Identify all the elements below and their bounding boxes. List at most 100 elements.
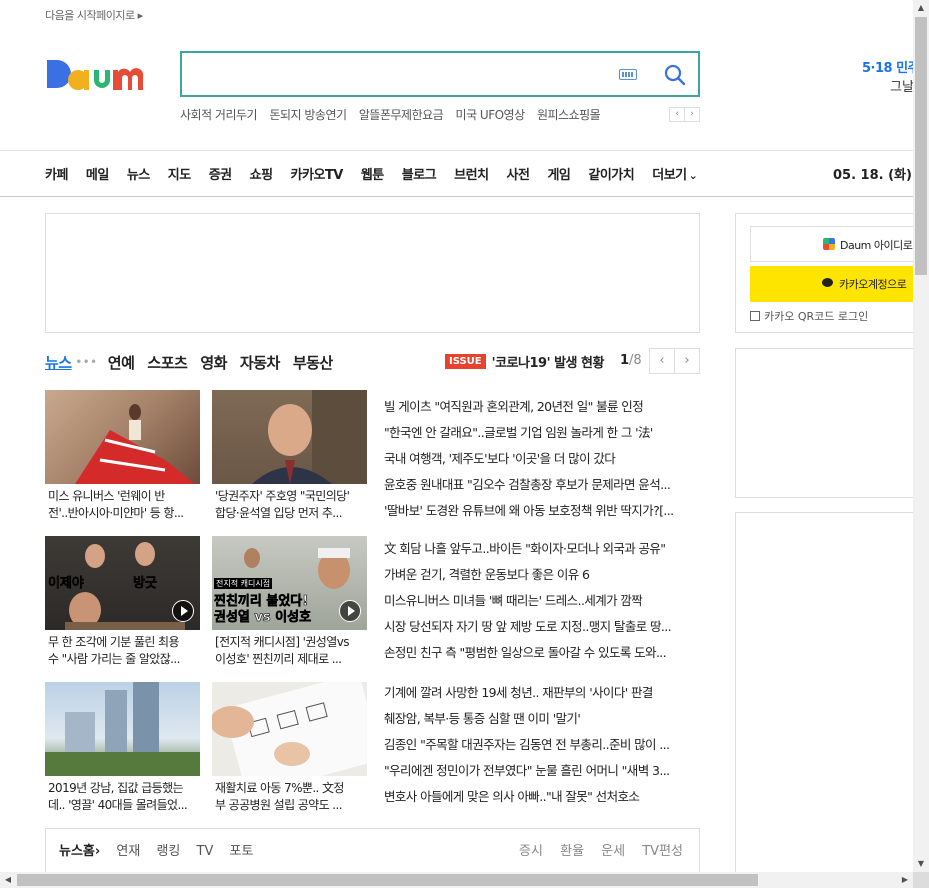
headline-link[interactable]: 가벼운 걷기, 격렬한 운동보다 좋은 이유 6 [384, 564, 700, 590]
prev-keyword-button[interactable]: ‹ [670, 108, 685, 121]
nav-stock[interactable]: 증권 [209, 164, 232, 183]
next-page-button[interactable]: › [675, 349, 699, 373]
news-sub-link[interactable]: 포토 [230, 844, 254, 859]
search-box[interactable] [180, 51, 700, 97]
headline-link[interactable]: 文 회담 나흘 앞두고..바이든 "화이자·모더나 외국과 공유" [384, 538, 700, 564]
news-sub-link[interactable]: 연재 [116, 844, 140, 859]
nav-more[interactable]: 더보기 [652, 164, 697, 183]
keyword-item[interactable]: 미국 UFO영상 [456, 108, 526, 122]
headline-link[interactable]: 기계에 깔려 사망한 19세 청년.. 재판부의 '사이다' 판결 [384, 682, 700, 708]
headline-link[interactable]: 국내 여행객, '제주도'보다 '이곳'을 더 많이 갔다 [384, 448, 700, 474]
next-keyword-button[interactable]: › [685, 108, 699, 121]
news-sub-link[interactable]: TV [197, 844, 214, 859]
thumbnail-caption[interactable]: '당권주자' 주호영 "국민의당' 합당·윤석열 입당 먼저 추... [215, 488, 370, 522]
play-icon[interactable] [339, 600, 361, 622]
headline-link[interactable]: 빌 게이츠 "여직원과 혼외관계, 20년전 일" 불륜 인정 [384, 396, 700, 422]
tab-news[interactable]: 뉴스 [45, 352, 72, 373]
headline-list: 빌 게이츠 "여직원과 혼외관계, 20년전 일" 불륜 인정 "한국엔 안 갈… [384, 396, 700, 526]
set-homepage-link[interactable]: 다음을 시작페이지로 ▸ [45, 7, 143, 23]
video-thumbnail[interactable]: 이제야 방긋 [45, 536, 200, 630]
headline-link[interactable]: 손정민 친구 측 "평범한 일상으로 돌아갈 수 있도록 도와... [384, 642, 700, 668]
tab-movie[interactable]: 영화 [200, 352, 227, 373]
thumbnail-caption[interactable]: 재활치료 아동 7%뿐.. 文정 부 공공병원 설립 공약도 ... [215, 780, 370, 814]
keyword-nav: ‹ › [669, 107, 700, 122]
news-thumbnail[interactable] [45, 390, 200, 484]
nav-map[interactable]: 지도 [168, 164, 191, 183]
news-thumbnail[interactable] [212, 682, 367, 776]
horizontal-scrollbar[interactable]: ◀ ▶ [0, 872, 913, 888]
nav-webtoon[interactable]: 웹툰 [361, 164, 384, 183]
keyword-item[interactable]: 돈되지 방송연기 [269, 108, 347, 122]
video-overlay-text: 방긋 [133, 576, 157, 592]
headline-list: 기계에 깔려 사망한 19세 청년.. 재판부의 '사이다' 판결 췌장암, 복… [384, 682, 700, 812]
prev-page-button[interactable]: ‹ [650, 349, 675, 373]
headline-link[interactable]: "한국엔 안 갈래요"..글로벌 기업 임원 놀라게 한 그 '法' [384, 422, 700, 448]
trending-keywords: 사회적 거리두기 돈되지 방송연기 알뜰폰무제한요금 미국 UFO영상 원피스쇼… [180, 106, 609, 123]
nav-game[interactable]: 게임 [547, 164, 570, 183]
nav-kakaotv[interactable]: 카카오TV [291, 164, 344, 183]
scroll-left-icon[interactable]: ◀ [0, 872, 16, 888]
headline-link[interactable]: 윤호중 원내대표 "김오수 검찰총장 후보가 문제라면 윤석... [384, 474, 700, 500]
nav-shopping[interactable]: 쇼핑 [250, 164, 273, 183]
nav-brunch[interactable]: 브런치 [454, 164, 489, 183]
qr-login-link[interactable]: 카카오 QR코드 로그인 [750, 308, 868, 324]
scroll-thumb[interactable] [915, 17, 927, 275]
headline-link[interactable]: 미스유니버스 미녀들 '뼈 때리는' 드레스..세계가 깜짝 [384, 590, 700, 616]
keyword-item[interactable]: 원피스쇼핑몰 [537, 108, 601, 122]
keyword-item[interactable]: 사회적 거리두기 [180, 108, 258, 122]
scroll-up-icon[interactable]: ▲ [913, 0, 929, 16]
nav-together[interactable]: 같이가치 [588, 164, 634, 183]
headline-link[interactable]: 췌장암, 복부·등 통증 심할 땐 이미 '말기' [384, 708, 700, 734]
issue-link[interactable]: ISSUE '코로나19' 발생 현황 [445, 352, 604, 371]
date-display: 05. 18. (화) [833, 168, 912, 183]
scroll-right-icon[interactable]: ▶ [897, 872, 913, 888]
keyword-item[interactable]: 알뜰폰무제한요금 [359, 108, 444, 122]
nav-dictionary[interactable]: 사전 [507, 164, 530, 183]
tab-car[interactable]: 자동차 [240, 352, 280, 373]
news-sub-link[interactable]: 환율 [560, 844, 584, 859]
video-thumbnail[interactable]: 전지적 캐디시점 찐친끼리 붙었다! 권성열 vs 이성호 [212, 536, 367, 630]
scroll-thumb[interactable] [17, 874, 758, 886]
headline-link[interactable]: 시장 당선되자 자기 땅 앞 제방 도로 지정..맹지 탈출로 땅... [384, 616, 700, 642]
promo-banner-title[interactable]: 5·18 민주 [862, 57, 920, 76]
scroll-down-icon[interactable]: ▼ [913, 856, 929, 872]
tab-realestate[interactable]: 부동산 [293, 352, 333, 373]
daum-login-button[interactable]: Daum 아이디로 [750, 226, 915, 262]
nav-blog[interactable]: 블로그 [402, 164, 437, 183]
news-home-link[interactable]: 뉴스홈› [59, 844, 100, 859]
thumbnail-caption[interactable]: 미스 유니버스 '런웨이 반 전'..반아시아·미얀마' 등 항... [48, 488, 203, 522]
news-thumbnail[interactable] [45, 682, 200, 776]
ad-banner[interactable] [45, 213, 700, 333]
kakao-login-button[interactable]: 카카오계정으로 [750, 266, 915, 302]
promo-banner-sub[interactable]: 그날 [890, 76, 914, 95]
thumbnail-caption[interactable]: 무 한 조각에 기분 풀린 최용 수 "사람 가리는 줄 알았잖... [48, 634, 203, 668]
news-sub-link[interactable]: TV편성 [642, 844, 683, 859]
news-sub-link[interactable]: 운세 [601, 844, 625, 859]
headline-link[interactable]: '딸바보' 도경완 유튜브에 왜 아동 보호정책 위반 딱지가?[... [384, 500, 700, 526]
nav-mail[interactable]: 메일 [86, 164, 109, 183]
issue-text[interactable]: '코로나19' 발생 현황 [492, 352, 605, 371]
news-thumbnail[interactable] [212, 390, 367, 484]
side-widget [735, 348, 915, 498]
scrollbar-corner [913, 872, 929, 888]
daum-logo[interactable] [45, 50, 163, 100]
vertical-scrollbar[interactable]: ▲ ▼ [913, 0, 929, 872]
tab-entertainment[interactable]: 연예 [108, 352, 135, 373]
daum-logo-icon [823, 238, 835, 250]
nav-cafe[interactable]: 카페 [45, 164, 68, 183]
play-icon[interactable] [172, 600, 194, 622]
thumbnail-caption[interactable]: 2019년 강남, 집값 급등했는 데.. '영끌' 40대들 몰려들었... [48, 780, 203, 814]
headline-link[interactable]: "우리에겐 정민이가 전부였다" 눈물 흘린 어머니 "새벽 3... [384, 760, 700, 786]
news-sub-link[interactable]: 랭킹 [156, 844, 180, 859]
nav-news[interactable]: 뉴스 [127, 164, 150, 183]
headline-link[interactable]: 변호사 아들에게 맞은 의사 아빠.."내 잘못" 선처호소 [384, 786, 700, 812]
thumbnail-caption[interactable]: [전지적 캐디시점] '권성열vs 이성호' 찐친끼리 제대로 ... [215, 634, 370, 668]
global-nav: 카페 메일 뉴스 지도 증권 쇼핑 카카오TV 웹툰 블로그 브런치 사전 게임… [45, 164, 715, 183]
qr-icon [750, 311, 760, 321]
search-icon[interactable] [662, 62, 688, 88]
keyboard-icon[interactable] [619, 69, 637, 80]
tab-sports[interactable]: 스포츠 [147, 352, 187, 373]
news-sub-link[interactable]: 증시 [519, 844, 543, 859]
video-overlay-text: 권성열 vs 이성호 [214, 610, 312, 626]
headline-link[interactable]: 김종인 "주목할 대권주자는 김동연 전 부총리..준비 많이 ... [384, 734, 700, 760]
